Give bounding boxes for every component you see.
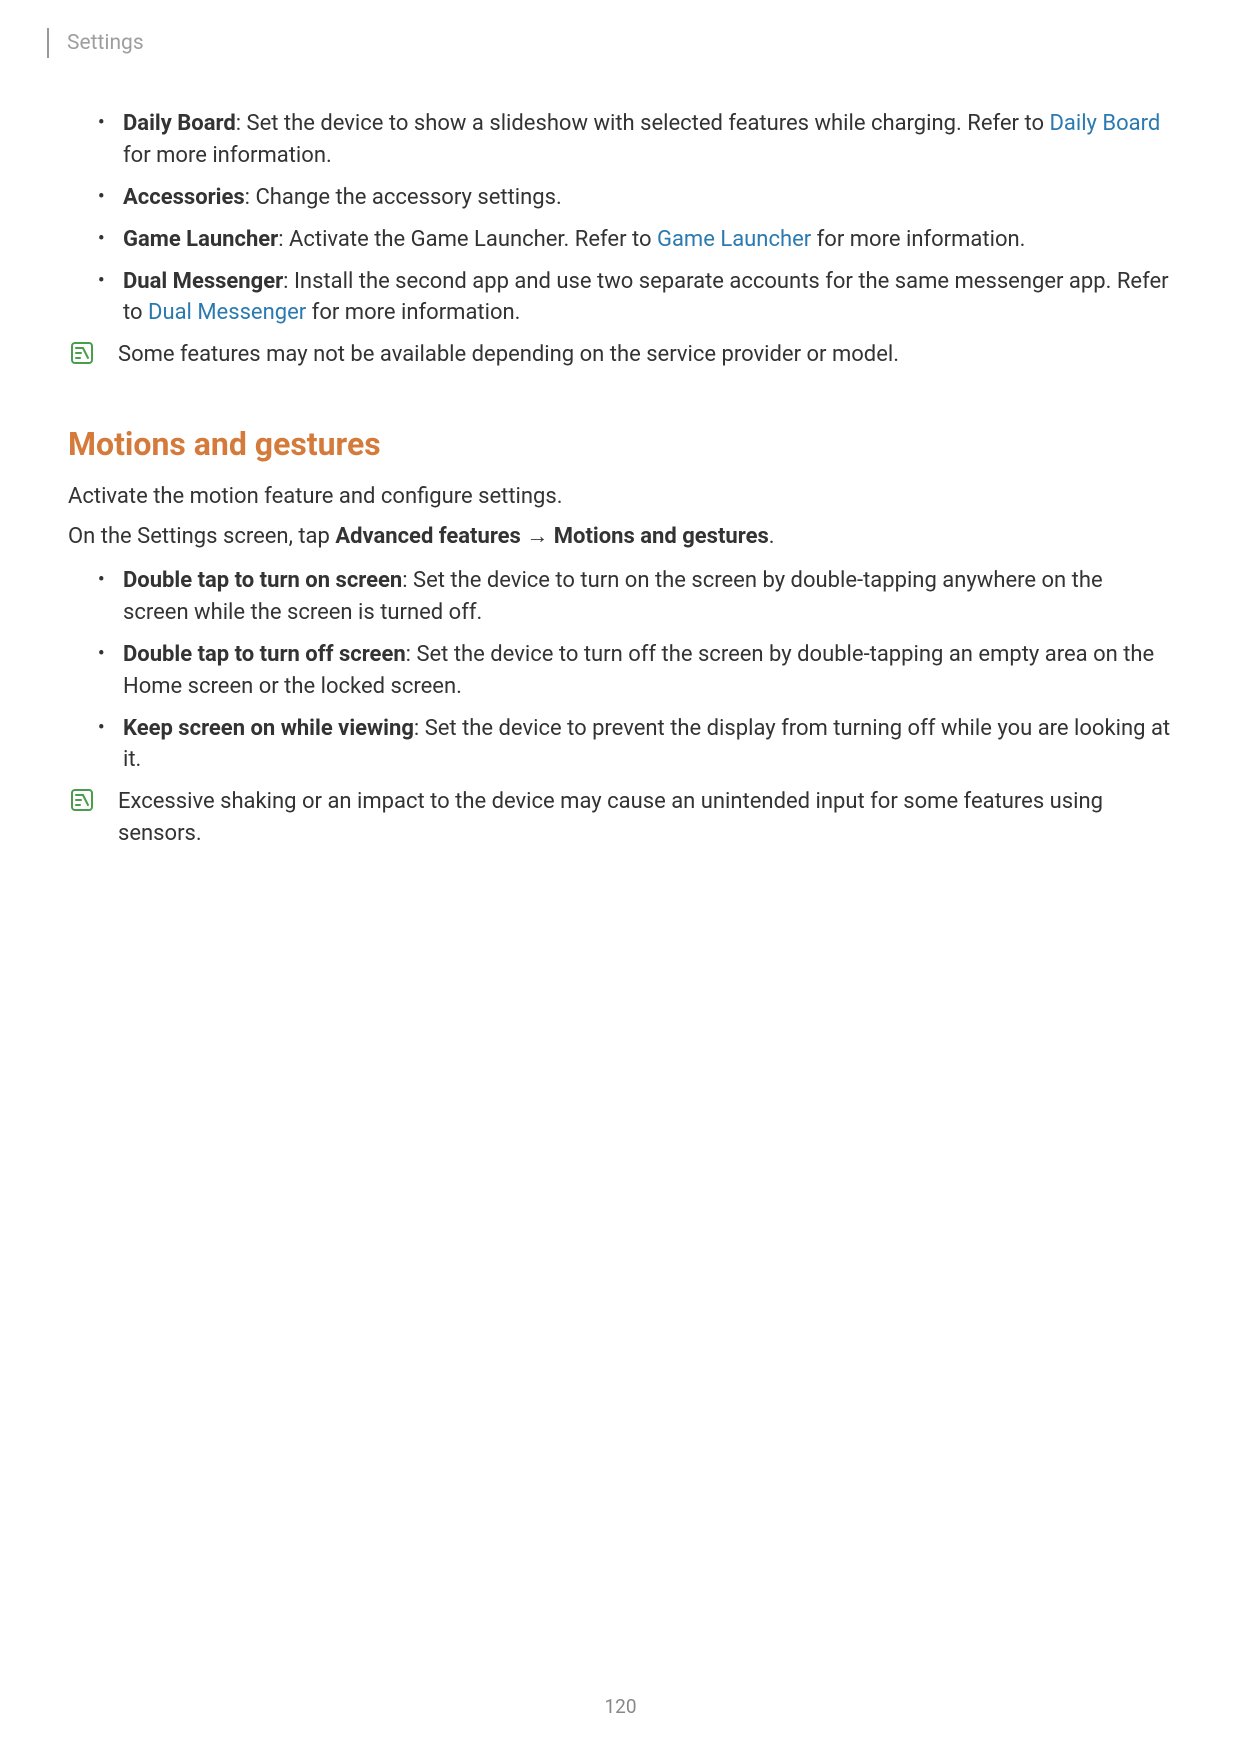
header-title: Settings — [67, 31, 144, 55]
bullet-dot: • — [98, 108, 123, 172]
bullet-dot: • — [98, 182, 123, 214]
note-block-1: Some features may not be available depen… — [68, 339, 1173, 371]
list-item: • Dual Messenger: Install the second app… — [98, 266, 1173, 330]
list-item-text: Dual Messenger: Install the second app a… — [123, 266, 1173, 330]
list-item: • Game Launcher: Activate the Game Launc… — [98, 224, 1173, 256]
bullet-dot: • — [98, 224, 123, 256]
page-number: 120 — [0, 1695, 1241, 1718]
section-intro: Activate the motion feature and configur… — [68, 481, 1173, 513]
list-item-text: Double tap to turn off screen: Set the d… — [123, 639, 1173, 703]
list-item-text: Double tap to turn on screen: Set the de… — [123, 565, 1173, 629]
list-item: • Daily Board: Set the device to show a … — [98, 108, 1173, 172]
list-item: • Accessories: Change the accessory sett… — [98, 182, 1173, 214]
note-text: Some features may not be available depen… — [118, 339, 1173, 371]
list-item-text: Daily Board: Set the device to show a sl… — [123, 108, 1173, 172]
note-icon — [70, 788, 94, 812]
note-block-2: Excessive shaking or an impact to the de… — [68, 786, 1173, 850]
link-daily-board[interactable]: Daily Board — [1049, 111, 1160, 136]
feature-list-1: • Daily Board: Set the device to show a … — [98, 108, 1173, 329]
note-icon — [70, 341, 94, 365]
navigation-path: On the Settings screen, tap Advanced fea… — [68, 521, 1173, 553]
list-item-text: Accessories: Change the accessory settin… — [123, 182, 1173, 214]
list-item: • Double tap to turn off screen: Set the… — [98, 639, 1173, 703]
feature-list-2: • Double tap to turn on screen: Set the … — [98, 565, 1173, 776]
bullet-dot: • — [98, 266, 123, 330]
list-item-text: Game Launcher: Activate the Game Launche… — [123, 224, 1173, 256]
list-item: • Double tap to turn on screen: Set the … — [98, 565, 1173, 629]
section-heading-motions: Motions and gestures — [68, 425, 1173, 463]
link-dual-messenger[interactable]: Dual Messenger — [148, 300, 306, 325]
page-content: • Daily Board: Set the device to show a … — [68, 108, 1173, 856]
note-text: Excessive shaking or an impact to the de… — [118, 786, 1173, 850]
link-game-launcher[interactable]: Game Launcher — [657, 227, 811, 252]
list-item: • Keep screen on while viewing: Set the … — [98, 713, 1173, 777]
list-item-text: Keep screen on while viewing: Set the de… — [123, 713, 1173, 777]
bullet-dot: • — [98, 713, 123, 777]
header-divider — [47, 28, 49, 58]
bullet-dot: • — [98, 639, 123, 703]
page-header: Settings — [47, 28, 144, 58]
bullet-dot: • — [98, 565, 123, 629]
